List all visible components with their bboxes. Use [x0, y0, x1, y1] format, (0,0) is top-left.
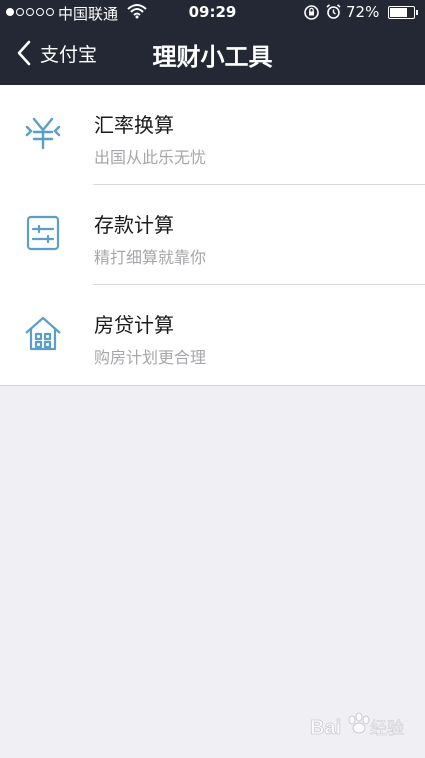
baidu-paw-logo: Bai 经验: [310, 712, 404, 739]
list-item-title: 汇率换算: [94, 113, 174, 137]
list-item-exchange-rate[interactable]: 汇率换算 出国从此乐无忧: [0, 85, 425, 185]
tools-list: 汇率换算 出国从此乐无忧 存款计算 精打细算就靠你 房贷计算 购房计划更合理: [0, 85, 425, 386]
battery-level-fill: [390, 8, 407, 17]
svg-text:Bai: Bai: [310, 717, 341, 739]
list-item-subtitle: 出国从此乐无忧: [94, 148, 207, 167]
list-item-subtitle: 精打细算就靠你: [94, 248, 207, 267]
baidu-jingyan-watermark: Bai 经验: [308, 706, 418, 750]
list-item-title: 存款计算: [94, 213, 174, 237]
yen-exchange-icon: [25, 117, 61, 150]
list-item-subtitle: 购房计划更合理: [94, 348, 207, 367]
list-item-title: 房贷计算: [94, 313, 174, 337]
battery-icon: [388, 6, 415, 19]
house-icon: [25, 316, 61, 351]
alarm-icon: [326, 4, 341, 19]
app-header: 中国联通 09:29 72% 支付宝 理财小工具: [0, 0, 425, 85]
status-bar: 中国联通 09:29 72%: [0, 0, 425, 26]
battery-tip: [416, 10, 418, 15]
battery-percent: 72%: [346, 3, 380, 21]
svg-text:经验: 经验: [370, 719, 404, 739]
rotation-lock-icon: [304, 5, 319, 20]
navigation-bar: 支付宝 理财小工具: [0, 26, 425, 85]
list-item-deposit[interactable]: 存款计算 精打细算就靠你: [0, 185, 425, 285]
page-title: 理财小工具: [152, 43, 273, 71]
list-item-mortgage[interactable]: 房贷计算 购房计划更合理: [0, 285, 425, 385]
sliders-icon: [26, 215, 60, 251]
